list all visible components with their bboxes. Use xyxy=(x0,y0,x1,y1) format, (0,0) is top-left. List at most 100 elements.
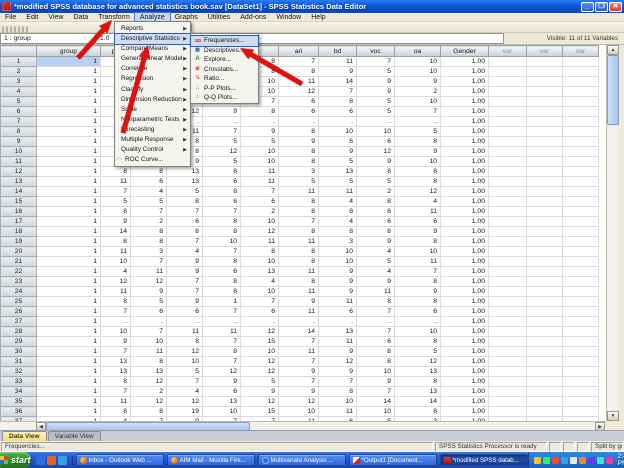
cell-c3[interactable]: 7 xyxy=(131,327,167,337)
cell-bd[interactable]: 14 xyxy=(319,77,357,87)
cell-var[interactable] xyxy=(563,67,599,77)
cell-voc[interactable]: 4 xyxy=(357,247,395,257)
cell-group[interactable]: 1 xyxy=(37,297,101,307)
column-header-oa[interactable]: oa xyxy=(395,46,441,57)
cell-c5[interactable]: 7 xyxy=(203,247,241,257)
cell-group[interactable]: 1 xyxy=(37,357,101,367)
cell-bd[interactable]: . xyxy=(319,317,357,327)
cell-var[interactable] xyxy=(489,87,527,97)
cell-c6[interactable]: 12 xyxy=(241,227,279,237)
cell-var[interactable] xyxy=(563,147,599,157)
cell-voc[interactable]: 10 xyxy=(357,407,395,417)
row-header[interactable]: 9 xyxy=(1,137,37,147)
cell-ari[interactable]: 8 xyxy=(279,247,319,257)
cell-var[interactable] xyxy=(563,187,599,197)
cell-var[interactable] xyxy=(489,67,527,77)
cell-gender[interactable]: 1.00 xyxy=(441,217,489,227)
cell-bd[interactable]: 10 xyxy=(319,257,357,267)
cell-group[interactable]: 1 xyxy=(37,147,101,157)
cell-c5[interactable]: 10 xyxy=(203,407,241,417)
cell-var[interactable] xyxy=(527,137,563,147)
cell-var[interactable] xyxy=(563,127,599,137)
cell-group[interactable]: 1 xyxy=(37,277,101,287)
cell-ari[interactable]: . xyxy=(279,317,319,327)
cell-var[interactable] xyxy=(489,317,527,327)
cell-bd[interactable]: 6 xyxy=(319,137,357,147)
cell-gender[interactable]: 1.00 xyxy=(441,347,489,357)
cell-bd[interactable]: 11 xyxy=(319,337,357,347)
cell-pc[interactable]: . xyxy=(101,317,131,327)
cell-c4[interactable]: 8 xyxy=(167,197,203,207)
cell-gender[interactable]: 1.00 xyxy=(441,247,489,257)
cell-c4[interactable]: 13 xyxy=(167,177,203,187)
cell-c6[interactable]: 2 xyxy=(241,207,279,217)
taskbar-button-firefox[interactable]: Inbox - Outlook Web ... xyxy=(76,454,164,466)
cell-ari[interactable]: 8 xyxy=(279,227,319,237)
cell-c6[interactable]: 13 xyxy=(241,267,279,277)
cell-c6[interactable]: 15 xyxy=(241,407,279,417)
cell-voc[interactable]: 8 xyxy=(357,297,395,307)
cell-group[interactable]: 1 xyxy=(37,267,101,277)
cell-pc[interactable]: 8 xyxy=(101,167,131,177)
cell-voc[interactable]: 5 xyxy=(357,67,395,77)
cell-group[interactable]: 1 xyxy=(37,57,101,67)
cell-c4[interactable]: 9 xyxy=(167,257,203,267)
cell-var[interactable] xyxy=(489,397,527,407)
taskbar-button-ie[interactable]: Multivariate Analysis ... xyxy=(258,454,346,466)
cell-var[interactable] xyxy=(563,297,599,307)
cell-voc[interactable]: 6 xyxy=(357,217,395,227)
menu-item-quality-control[interactable]: Quality Control▶ xyxy=(115,145,190,155)
tray-icon[interactable] xyxy=(570,457,577,464)
cell-var[interactable] xyxy=(563,307,599,317)
cell-oa[interactable]: 8 xyxy=(395,277,441,287)
submenu-item-p-p-plots-[interactable]: ∴P-P Plots... xyxy=(191,84,258,94)
cell-c6[interactable]: 10 xyxy=(241,347,279,357)
cell-ari[interactable]: 3 xyxy=(279,167,319,177)
cell-gender[interactable]: 1.00 xyxy=(441,387,489,397)
cell-gender[interactable]: 1.00 xyxy=(441,137,489,147)
row-header[interactable]: 25 xyxy=(1,297,37,307)
cell-ari[interactable]: 8 xyxy=(279,207,319,217)
cell-voc[interactable]: 8 xyxy=(357,357,395,367)
cell-gender[interactable]: 1.00 xyxy=(441,77,489,87)
cell-oa[interactable]: 9 xyxy=(395,147,441,157)
tray-icon[interactable] xyxy=(579,457,586,464)
cell-pc[interactable]: 10 xyxy=(101,257,131,267)
cell-var[interactable] xyxy=(489,247,527,257)
cell-oa[interactable]: 11 xyxy=(395,207,441,217)
restore-button[interactable]: ❐ xyxy=(595,2,608,12)
cell-group[interactable]: 1 xyxy=(37,77,101,87)
vertical-scroll-thumb[interactable] xyxy=(607,55,619,125)
cell-var[interactable] xyxy=(489,227,527,237)
cell-c5[interactable]: . xyxy=(203,117,241,127)
cell-oa[interactable]: 2 xyxy=(395,87,441,97)
column-header[interactable] xyxy=(1,46,37,57)
cell-gender[interactable]: 1.00 xyxy=(441,267,489,277)
cell-var[interactable] xyxy=(489,377,527,387)
cell-c5[interactable]: 7 xyxy=(203,207,241,217)
column-header-gender[interactable]: Gender xyxy=(441,46,489,57)
row-header[interactable]: 16 xyxy=(1,207,37,217)
cell-group[interactable]: 1 xyxy=(37,247,101,257)
cell-group[interactable]: 1 xyxy=(37,377,101,387)
cell-gender[interactable]: 1.00 xyxy=(441,287,489,297)
cell-c3[interactable]: 6 xyxy=(131,177,167,187)
cell-oa[interactable]: 7 xyxy=(395,267,441,277)
cell-var[interactable] xyxy=(527,397,563,407)
row-header[interactable]: 1 xyxy=(1,57,37,67)
cell-var[interactable] xyxy=(527,67,563,77)
cell-var[interactable] xyxy=(563,397,599,407)
cell-group[interactable]: 1 xyxy=(37,287,101,297)
cell-c5[interactable]: 8 xyxy=(203,167,241,177)
cell-ari[interactable]: 11 xyxy=(279,347,319,357)
row-header[interactable]: 2 xyxy=(1,67,37,77)
cell-pc[interactable]: 11 xyxy=(101,177,131,187)
cell-c4[interactable]: 5 xyxy=(167,187,203,197)
cell-var[interactable] xyxy=(563,387,599,397)
submenu-item-q-q-plots-[interactable]: ∴Q-Q Plots... xyxy=(191,93,258,103)
cell-oa[interactable]: 10 xyxy=(395,247,441,257)
cell-var[interactable] xyxy=(527,177,563,187)
cell-c6[interactable]: . xyxy=(241,317,279,327)
scroll-down-button[interactable]: ▼ xyxy=(607,411,619,421)
cell-gender[interactable]: 1.00 xyxy=(441,107,489,117)
